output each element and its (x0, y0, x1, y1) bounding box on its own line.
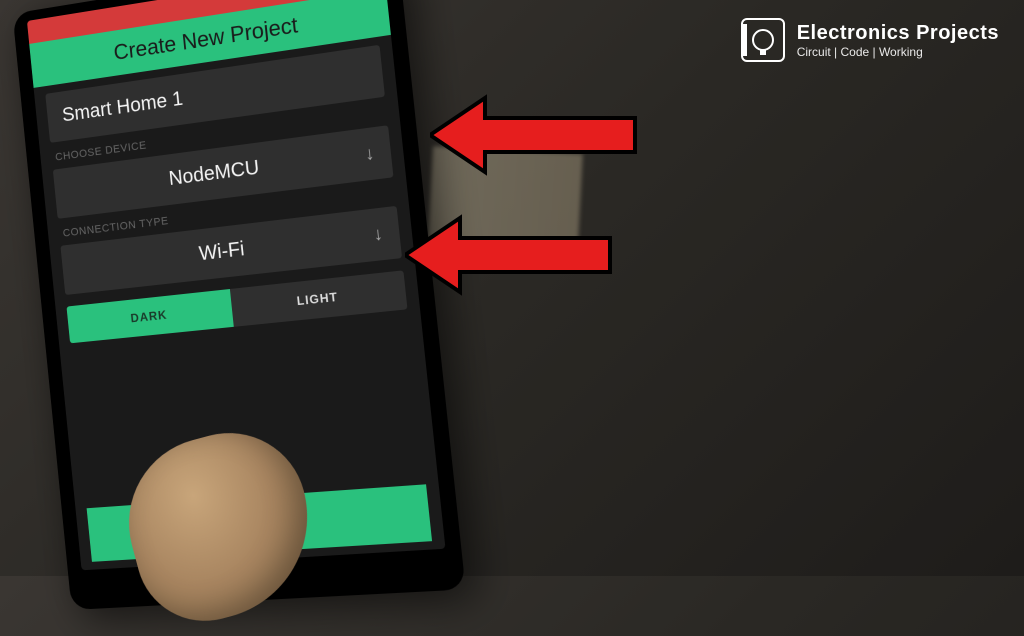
chevron-down-icon: ↓ (364, 143, 375, 166)
watermark: Electronics Projects Circuit | Code | Wo… (741, 18, 999, 62)
watermark-title: Electronics Projects (797, 22, 999, 45)
chevron-down-icon: ↓ (372, 223, 383, 245)
annotation-arrow-connection (405, 210, 615, 300)
theme-dark-button[interactable]: DARK (66, 289, 233, 343)
watermark-logo-icon (741, 18, 785, 62)
watermark-text: Electronics Projects Circuit | Code | Wo… (797, 22, 999, 59)
lightbulb-icon (752, 29, 774, 51)
annotation-arrow-device (430, 90, 640, 180)
watermark-subtitle: Circuit | Code | Working (797, 45, 999, 59)
theme-light-button[interactable]: LIGHT (230, 270, 408, 326)
